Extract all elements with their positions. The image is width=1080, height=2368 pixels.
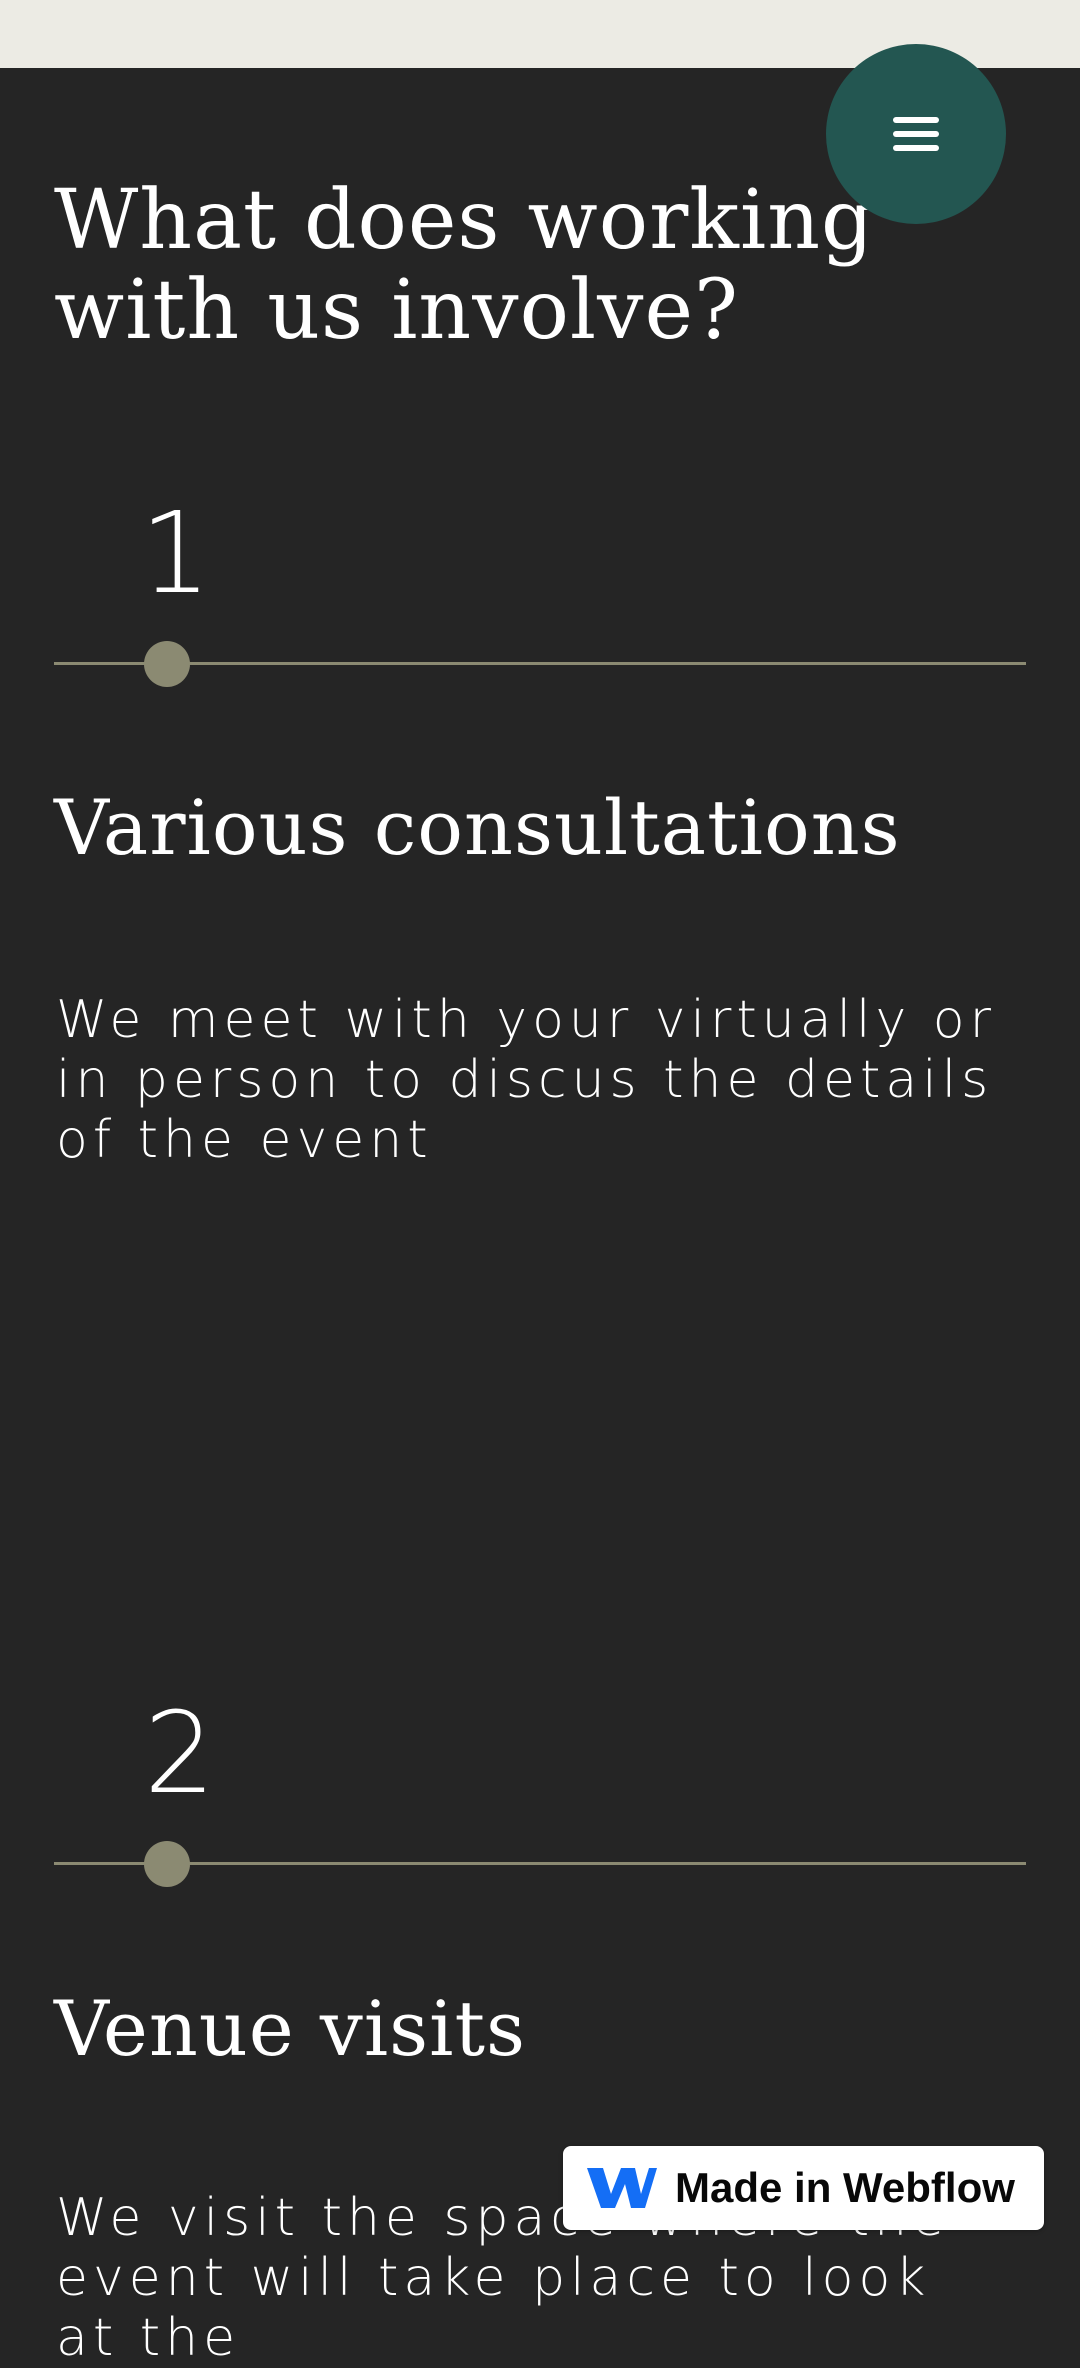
menu-button[interactable] <box>826 44 1006 224</box>
timeline-dot <box>144 641 190 687</box>
step-description: We meet with your virtually or in person… <box>56 990 996 1170</box>
timeline-dot <box>144 1841 190 1887</box>
section-title: What does working with us involve? <box>54 173 875 358</box>
hamburger-menu-icon <box>893 117 939 151</box>
timeline-line <box>54 662 1026 665</box>
made-in-webflow-badge[interactable]: Made in Webflow <box>563 2146 1044 2230</box>
step-number: 1 <box>140 489 212 619</box>
step-title: Various consultations <box>54 783 901 872</box>
webflow-logo-icon <box>587 2168 657 2208</box>
step-number: 2 <box>144 1689 216 1819</box>
step-title: Venue visits <box>54 1984 527 2073</box>
badge-label: Made in Webflow <box>675 2164 1015 2211</box>
timeline-line <box>54 1862 1026 1865</box>
